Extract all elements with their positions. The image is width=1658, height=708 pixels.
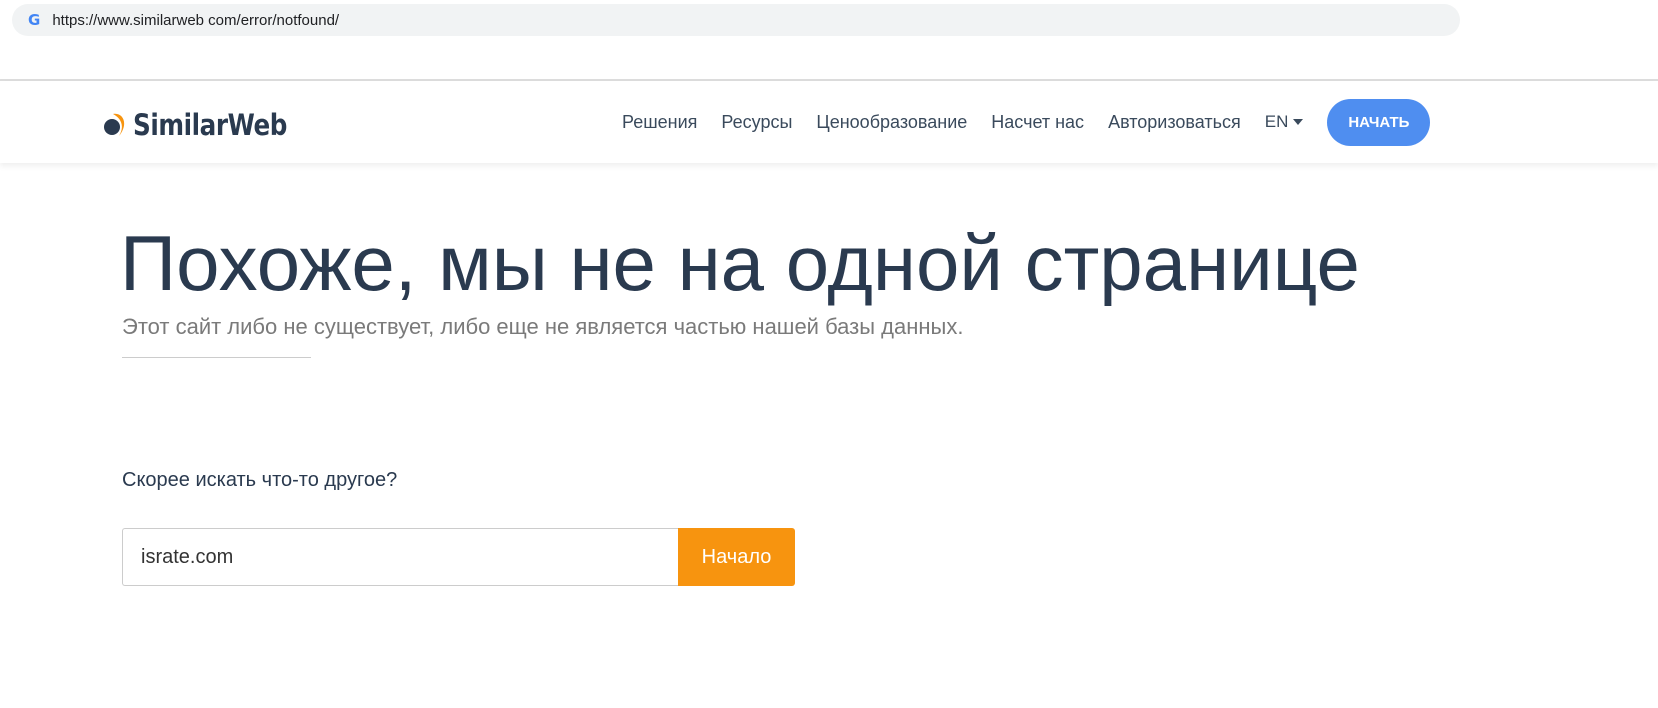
search-button[interactable]: Начало — [678, 528, 795, 586]
nav-about[interactable]: Насчет нас — [991, 112, 1084, 133]
language-label: EN — [1264, 112, 1289, 131]
caret-down-icon — [1293, 119, 1304, 125]
search-prompt: Скорее искать что-то другое? — [122, 469, 398, 491]
similarweb-logo-icon — [104, 113, 127, 136]
google-icon: G — [28, 11, 41, 29]
logo[interactable]: SimilarWeb — [103, 108, 314, 142]
logo-text: SimilarWeb — [133, 108, 288, 142]
divider — [122, 357, 311, 358]
start-button[interactable]: НАЧАТЬ — [1327, 98, 1431, 146]
language-selector[interactable]: EN — [1265, 112, 1304, 132]
search-input[interactable] — [122, 528, 678, 586]
nav-pricing[interactable]: Ценообразование — [816, 112, 967, 133]
site-header: SimilarWeb Решения Ресурсы Ценообразован… — [0, 81, 1658, 163]
address-bar[interactable]: G https://www.similarweb com/error/notfo… — [12, 4, 1460, 36]
main-nav: Решения Ресурсы Ценообразование Насчет н… — [622, 98, 1431, 146]
page-title: Похоже, мы не на одной странице — [120, 219, 1360, 307]
url-text[interactable]: https://www.similarweb com/error/notfoun… — [52, 12, 339, 29]
nav-solutions[interactable]: Решения — [622, 112, 697, 133]
page-subtitle: Этот сайт либо не существует, либо еще н… — [122, 314, 964, 339]
nav-resources[interactable]: Ресурсы — [721, 112, 792, 133]
nav-login[interactable]: Авторизоваться — [1108, 112, 1241, 133]
